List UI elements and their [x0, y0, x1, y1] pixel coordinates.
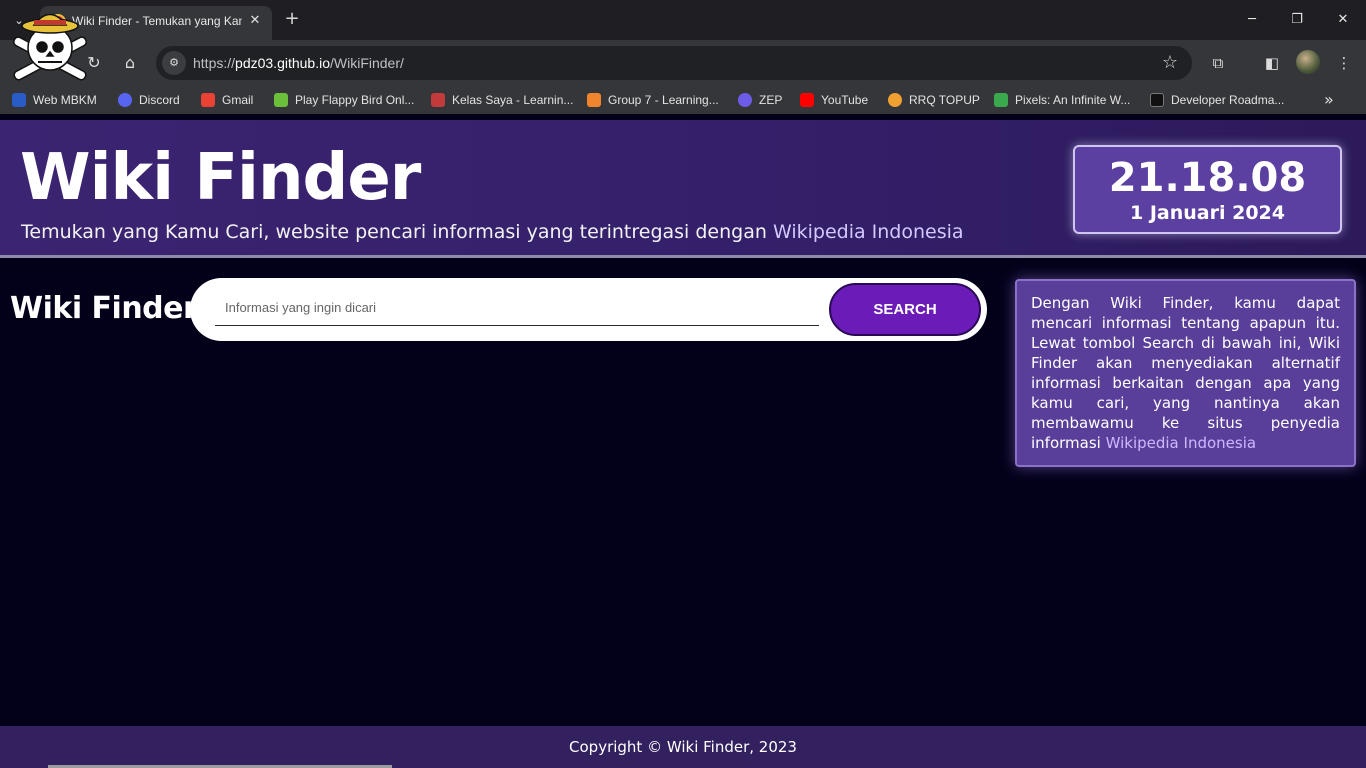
bookmarks-bar: Web MBKM Discord Gmail Play Flappy Bird …: [0, 86, 1366, 114]
close-window-icon[interactable]: ✕: [1328, 8, 1358, 32]
bookmark-item[interactable]: Pixels: An Infinite W...: [994, 92, 1130, 108]
site-title: Wiki Finder: [20, 141, 421, 215]
bookmark-item[interactable]: ZEP: [738, 92, 782, 108]
youtube-icon: [800, 93, 814, 107]
main-content: Wiki Finder SEARCH Dengan Wiki Finder, k…: [0, 261, 1366, 726]
zep-icon: [738, 93, 752, 107]
bookmark-star-icon[interactable]: ☆: [1162, 52, 1178, 73]
info-text: Dengan Wiki Finder, kamu dapat mencari i…: [1031, 294, 1340, 452]
tab-strip: ⌄ Wiki Finder - Temukan yang Kamu Cari ✕…: [0, 0, 1366, 40]
bookmark-item[interactable]: Discord: [118, 92, 180, 108]
copyright-text: Copyright © Wiki Finder, 2023: [569, 738, 797, 756]
wikipedia-link[interactable]: Wikipedia Indonesia: [773, 221, 964, 243]
profile-avatar[interactable]: [1296, 50, 1320, 74]
pirate-skull-icon: [12, 13, 88, 81]
rrq-icon: [888, 93, 902, 107]
address-bar[interactable]: ⚙ https://pdz03.github.io/WikiFinder/ ☆: [156, 46, 1192, 80]
search-brand-label: Wiki Finder: [10, 291, 198, 326]
discord-icon: [118, 93, 132, 107]
url-text[interactable]: https://pdz03.github.io/WikiFinder/: [193, 55, 404, 71]
browser-toolbar: ↻ ⌂ ⚙ https://pdz03.github.io/WikiFinder…: [0, 40, 1366, 86]
site-info-icon[interactable]: ⚙: [162, 51, 186, 75]
pixels-icon: [994, 93, 1008, 107]
site-subtitle: Temukan yang Kamu Cari, website pencari …: [21, 221, 964, 243]
minimize-icon[interactable]: ─: [1237, 8, 1267, 32]
roadmap-icon: [1150, 93, 1164, 107]
bookmark-item[interactable]: Play Flappy Bird Onl...: [274, 92, 414, 108]
site-footer: Copyright © Wiki Finder, 2023: [0, 726, 1366, 768]
bookmark-favicon-icon: [12, 93, 26, 107]
bookmark-item[interactable]: Kelas Saya - Learnin...: [431, 92, 573, 108]
home-icon[interactable]: ⌂: [118, 51, 142, 75]
clock-date: 1 Januari 2024: [1130, 202, 1285, 224]
bookmark-item[interactable]: Developer Roadma...: [1150, 92, 1284, 108]
menu-kebab-icon[interactable]: ⋮: [1333, 52, 1355, 74]
bookmark-item[interactable]: RRQ TOPUP: [888, 92, 980, 108]
learning-icon: [431, 93, 445, 107]
more-bookmarks-icon[interactable]: »: [1324, 90, 1334, 109]
bookmark-item[interactable]: Gmail: [201, 92, 253, 108]
flappy-bird-icon: [274, 93, 288, 107]
search-input[interactable]: [215, 290, 819, 326]
clock-time: 21.18.08: [1108, 155, 1307, 201]
group-icon: [587, 93, 601, 107]
search-button[interactable]: SEARCH: [829, 283, 981, 336]
bookmark-item[interactable]: YouTube: [800, 92, 868, 108]
search-bar: SEARCH: [190, 278, 987, 341]
info-panel: Dengan Wiki Finder, kamu dapat mencari i…: [1015, 279, 1356, 467]
bookmark-item[interactable]: Group 7 - Learning...: [587, 92, 719, 108]
new-tab-icon[interactable]: +: [280, 8, 304, 32]
tab-close-icon[interactable]: ✕: [246, 12, 264, 30]
extensions-icon[interactable]: ⧉: [1207, 52, 1229, 74]
side-panel-icon[interactable]: ◧: [1261, 52, 1283, 74]
clock-widget: 21.18.08 1 Januari 2024: [1073, 145, 1342, 234]
gmail-icon: [201, 93, 215, 107]
info-wikipedia-link[interactable]: Wikipedia Indonesia: [1106, 434, 1256, 452]
restore-icon[interactable]: ❐: [1282, 8, 1312, 32]
tab-title: Wiki Finder - Temukan yang Kamu Cari: [72, 14, 242, 28]
site-header: Wiki Finder Temukan yang Kamu Cari, webs…: [0, 120, 1366, 258]
bookmark-item[interactable]: Web MBKM: [12, 92, 97, 108]
